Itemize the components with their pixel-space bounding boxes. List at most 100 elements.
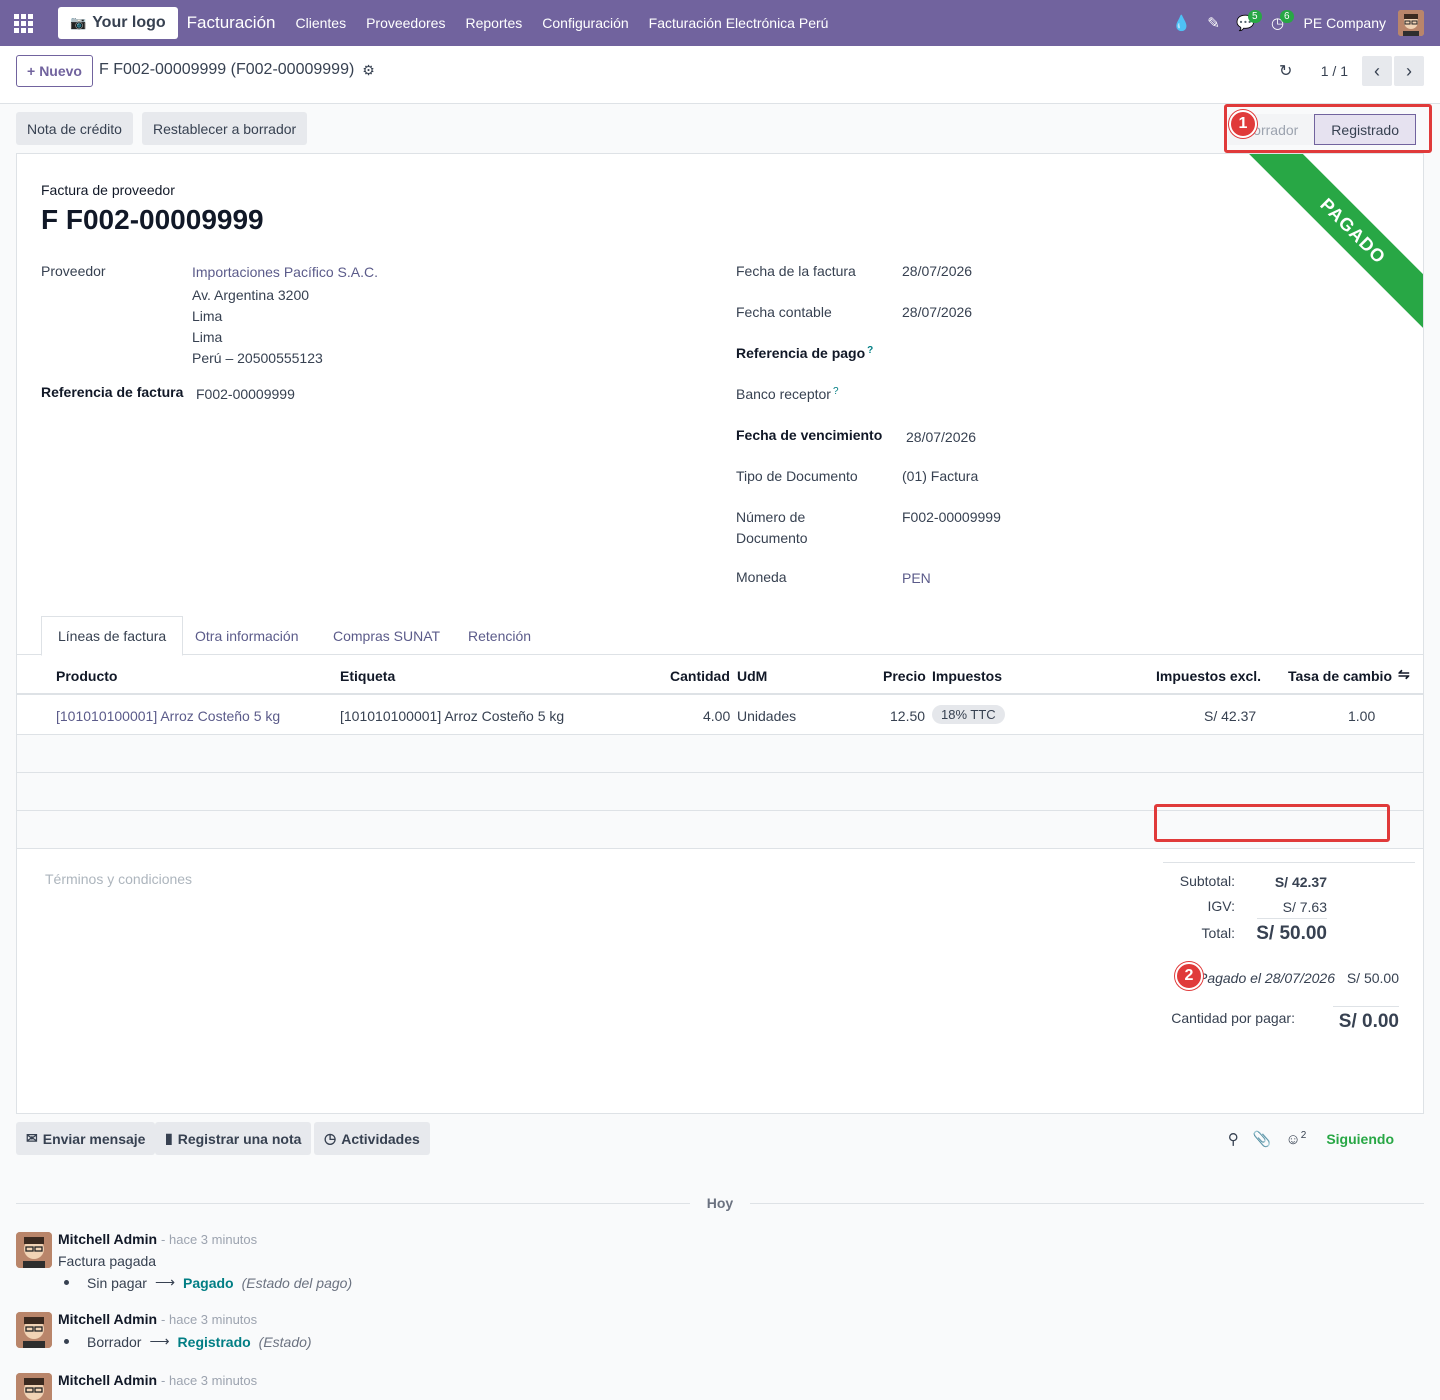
document-title: F F002-00009999 bbox=[41, 204, 264, 235]
drop-icon[interactable]: 💧 bbox=[1166, 0, 1198, 46]
next-record-button[interactable]: › bbox=[1394, 56, 1424, 86]
new-button[interactable]: + Nuevo bbox=[16, 55, 93, 87]
activities-button[interactable]: ◷ Actividades bbox=[314, 1122, 430, 1155]
subtotal-value: S/ 42.37 bbox=[1274, 874, 1327, 890]
app-name[interactable]: Facturación bbox=[187, 13, 276, 33]
messages-icon[interactable]: 💬 5 bbox=[1230, 0, 1262, 46]
menu-item-proveedores[interactable]: Proveedores bbox=[356, 15, 455, 31]
column-header[interactable]: Precio bbox=[883, 668, 926, 684]
vendor-name[interactable]: Importaciones Pacífico S.A.C. bbox=[192, 264, 378, 280]
send-message-button[interactable]: ✉ Enviar mensaje bbox=[16, 1122, 156, 1155]
terms-field[interactable]: Términos y condiciones bbox=[45, 871, 192, 887]
totals-divider bbox=[1163, 862, 1415, 863]
table-header: Producto Etiqueta Cantidad UdM Precio Im… bbox=[17, 655, 1423, 695]
amount-due-value: S/ 0.00 bbox=[1338, 1011, 1399, 1032]
following-button[interactable]: Siguiendo bbox=[1326, 1131, 1394, 1147]
message-time: - hace 3 minutos bbox=[161, 1232, 258, 1247]
doc-type-field[interactable]: (01) Factura bbox=[902, 468, 978, 484]
search-icon[interactable]: ⚲ bbox=[1228, 1130, 1239, 1148]
reload-icon[interactable]: ↻ bbox=[1271, 61, 1301, 81]
avatar[interactable] bbox=[16, 1232, 52, 1268]
total-label: Total: bbox=[1201, 925, 1235, 941]
line-product[interactable]: [101010100001] Arroz Costeño 5 kg bbox=[56, 708, 280, 724]
log-note-button[interactable]: ▮ Registrar una nota bbox=[155, 1122, 312, 1155]
invoice-date-field[interactable]: 28/07/2026 bbox=[902, 263, 972, 279]
help-icon[interactable]: ? bbox=[833, 386, 839, 397]
top-navbar: 📷 Your logo Facturación Clientes Proveed… bbox=[0, 0, 1440, 46]
activities-icon[interactable]: ◷ 6 bbox=[1262, 0, 1294, 46]
help-icon[interactable]: ? bbox=[867, 345, 873, 356]
column-header[interactable]: Impuestos bbox=[932, 668, 1002, 684]
callout-marker-2: 2 bbox=[1175, 962, 1203, 990]
message-body: Factura pagada bbox=[58, 1253, 157, 1269]
message-author: Mitchell Admin - hace 3 minutos bbox=[58, 1231, 258, 1247]
menu-item-clientes[interactable]: Clientes bbox=[285, 15, 356, 31]
menu-item-configuracion[interactable]: Configuración bbox=[532, 15, 638, 31]
currency-field[interactable]: PEN bbox=[902, 570, 931, 586]
line-exchange-rate[interactable]: 1.00 bbox=[1348, 708, 1375, 724]
column-header[interactable]: Cantidad bbox=[670, 668, 730, 684]
due-date-field[interactable]: 28/07/2026 bbox=[906, 429, 976, 445]
column-header[interactable]: Impuestos excl. bbox=[1156, 668, 1261, 684]
payment-ref-field[interactable] bbox=[902, 345, 1202, 365]
gear-icon[interactable]: ⚙ bbox=[362, 62, 375, 79]
invoice-ref-field[interactable]: F002-00009999 bbox=[196, 386, 295, 402]
reset-draft-button[interactable]: Restablecer a borrador bbox=[142, 112, 308, 145]
tab-retention[interactable]: Retención bbox=[452, 616, 547, 655]
table-row[interactable] bbox=[17, 735, 1423, 773]
due-date-label: Fecha de vencimiento bbox=[736, 427, 883, 443]
activities-badge: 6 bbox=[1279, 10, 1294, 23]
pager-value[interactable]: 1 / 1 bbox=[1321, 63, 1348, 79]
company-switcher[interactable]: PE Company bbox=[1304, 15, 1386, 31]
doc-number-field[interactable]: F002-00009999 bbox=[902, 509, 1001, 525]
due-divider bbox=[1333, 1006, 1399, 1007]
record-name: F F002-00009999 (F002-00009999) bbox=[99, 61, 355, 78]
table-row[interactable]: [101010100001] Arroz Costeño 5 kg [10101… bbox=[17, 697, 1423, 735]
apps-menu-icon[interactable] bbox=[0, 0, 46, 46]
column-header[interactable]: Etiqueta bbox=[340, 668, 395, 684]
edit-icon[interactable]: ✎ bbox=[1198, 0, 1230, 46]
tab-invoice-lines[interactable]: Líneas de factura bbox=[41, 616, 184, 656]
total-value: S/ 50.00 bbox=[1256, 923, 1327, 944]
avatar[interactable] bbox=[16, 1312, 52, 1348]
camera-icon: 📷 bbox=[70, 15, 87, 30]
line-price[interactable]: 12.50 bbox=[890, 708, 925, 724]
new-value: Registrado bbox=[177, 1333, 251, 1350]
company-logo[interactable]: 📷 Your logo bbox=[58, 7, 178, 39]
tracking-line: Borrador ⟶ Registrado (Estado) bbox=[64, 1333, 312, 1350]
avatar[interactable] bbox=[16, 1373, 52, 1400]
tab-sunat-purchases[interactable]: Compras SUNAT bbox=[317, 616, 456, 655]
tab-other-info[interactable]: Otra información bbox=[179, 616, 314, 655]
column-header[interactable]: Tasa de cambio bbox=[1288, 668, 1392, 684]
followers-icon[interactable]: ☺2 bbox=[1285, 1130, 1306, 1148]
vendor-address-line: Perú – 20500555123 bbox=[192, 350, 323, 366]
accounting-date-field[interactable]: 28/07/2026 bbox=[902, 304, 972, 320]
tracked-field: (Estado del pago) bbox=[241, 1274, 353, 1291]
column-header[interactable]: UdM bbox=[737, 668, 767, 684]
old-value: Sin pagar bbox=[87, 1274, 147, 1291]
line-tax-badge[interactable]: 18% TTC bbox=[932, 705, 1005, 724]
vendor-address-line: Lima bbox=[192, 308, 223, 324]
old-value: Borrador bbox=[87, 1333, 142, 1350]
line-label[interactable]: [101010100001] Arroz Costeño 5 kg bbox=[340, 708, 564, 724]
column-settings-icon[interactable]: ⇋ bbox=[1398, 666, 1410, 683]
line-uom[interactable]: Unidades bbox=[737, 708, 796, 724]
accounting-date-label: Fecha contable bbox=[736, 304, 832, 320]
line-quantity[interactable]: 4.00 bbox=[703, 708, 730, 724]
doc-type-label: Tipo de Documento bbox=[736, 468, 858, 484]
form-sheet: PAGADO Factura de proveedor F F002-00009… bbox=[16, 153, 1424, 1114]
paperclip-icon[interactable]: 📎 bbox=[1253, 1130, 1272, 1148]
menu-item-reportes[interactable]: Reportes bbox=[455, 15, 532, 31]
note-icon: ▮ bbox=[165, 1130, 173, 1146]
doc-number-label: Documento bbox=[736, 530, 808, 546]
new-value: Pagado bbox=[183, 1274, 234, 1291]
envelope-icon: ✉ bbox=[26, 1130, 38, 1146]
total-divider bbox=[1257, 918, 1327, 919]
user-avatar[interactable] bbox=[1398, 10, 1424, 36]
credit-note-button[interactable]: Nota de crédito bbox=[16, 112, 133, 145]
menu-item-fe-peru[interactable]: Facturación Electrónica Perú bbox=[639, 15, 839, 31]
bank-field[interactable] bbox=[902, 386, 1202, 406]
breadcrumb: F F002-00009999 (F002-00009999) ⚙ bbox=[99, 61, 375, 79]
column-header[interactable]: Producto bbox=[56, 668, 117, 684]
previous-record-button[interactable]: ‹ bbox=[1362, 56, 1392, 86]
